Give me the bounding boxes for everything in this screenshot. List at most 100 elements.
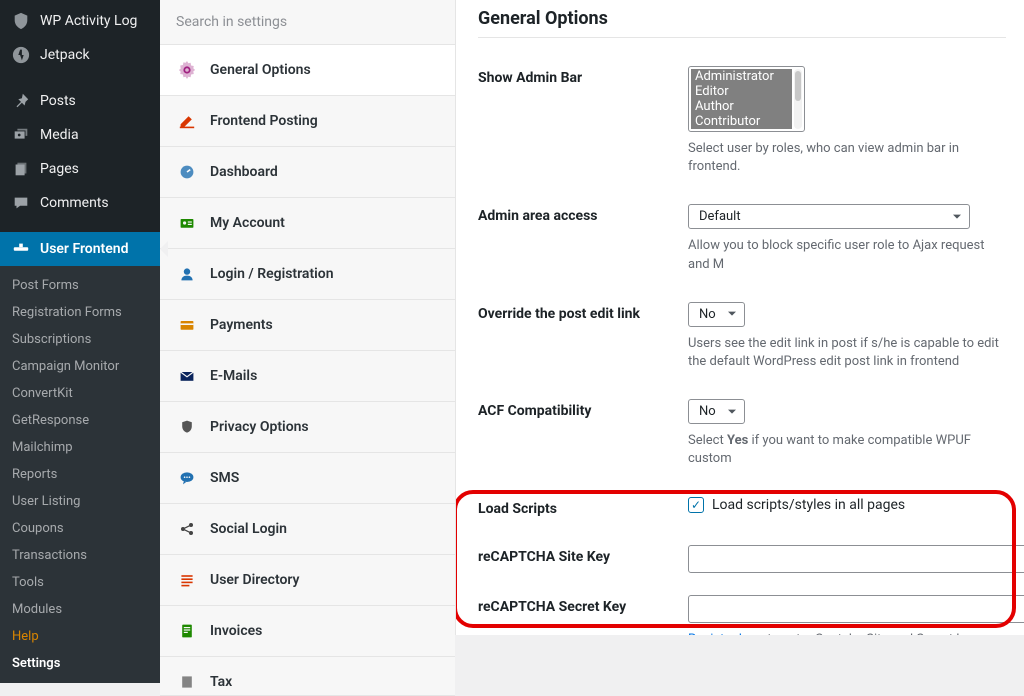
wp-submenu: Post Forms Registration Forms Subscripti… [0, 266, 160, 683]
menu-label: Comments [40, 195, 109, 211]
role-option[interactable]: Administrator [691, 69, 792, 84]
shield-icon [12, 12, 30, 30]
tab-label: My Account [210, 215, 285, 231]
userfrontend-icon [12, 240, 30, 258]
field-description: Register here to get reCaptcha Site and … [688, 631, 1024, 636]
submenu-settings[interactable]: Settings [0, 650, 160, 677]
field-label: Admin area access [478, 204, 670, 224]
tab-label: Invoices [210, 623, 262, 639]
field-description: Allow you to block specific user role to… [688, 237, 1006, 273]
tab-label: Dashboard [210, 164, 278, 180]
tab-user-directory[interactable]: User Directory [160, 555, 455, 606]
menu-comments[interactable]: Comments [0, 186, 160, 220]
submenu-item[interactable]: Transactions [0, 542, 160, 569]
field-description: Select Yes if you want to make compatibl… [688, 432, 1006, 468]
settings-sidebar: Search in settings General Options Front… [160, 0, 456, 635]
id-card-icon [178, 214, 196, 232]
tab-dashboard[interactable]: Dashboard [160, 147, 455, 198]
tab-social-login[interactable]: Social Login [160, 504, 455, 555]
field-acf-compatibility: ACF Compatibility No Select Yes if you w… [478, 399, 1006, 468]
admin-area-select[interactable]: Default [688, 204, 970, 229]
field-label: Show Admin Bar [478, 66, 670, 86]
menu-posts[interactable]: Posts [0, 84, 160, 118]
acf-select[interactable]: No [688, 399, 745, 424]
pin-icon [12, 92, 30, 110]
submenu-item[interactable]: User Listing [0, 488, 160, 515]
submenu-item[interactable]: Reports [0, 461, 160, 488]
recaptcha-secret-key-input[interactable] [688, 595, 1024, 623]
field-label: ACF Compatibility [478, 399, 670, 419]
tab-invoices[interactable]: Invoices [160, 606, 455, 657]
document-icon [178, 622, 196, 640]
load-scripts-checkbox[interactable]: ✓ [688, 497, 704, 513]
submenu-item[interactable]: Campaign Monitor [0, 353, 160, 380]
tab-label: General Options [210, 62, 311, 78]
field-label: Override the post edit link [478, 302, 670, 322]
share-icon [178, 520, 196, 538]
tab-label: Privacy Options [210, 419, 309, 435]
divider [478, 37, 1006, 38]
tab-frontend-posting[interactable]: Frontend Posting [160, 96, 455, 147]
menu-wp-activity-log[interactable]: WP Activity Log [0, 4, 160, 38]
tab-emails[interactable]: E-Mails [160, 351, 455, 402]
gear-icon [178, 61, 196, 79]
submenu-item[interactable]: ConvertKit [0, 380, 160, 407]
field-load-scripts: Load Scripts ✓ Load scripts/styles in al… [478, 497, 1006, 517]
recaptcha-site-key-input[interactable] [688, 545, 1024, 573]
tab-general-options[interactable]: General Options [160, 45, 455, 96]
field-label: Load Scripts [478, 497, 670, 517]
submenu-item[interactable]: GetResponse [0, 407, 160, 434]
submenu-item[interactable]: Subscriptions [0, 326, 160, 353]
tab-label: Frontend Posting [210, 113, 318, 129]
tab-payments[interactable]: Payments [160, 300, 455, 351]
role-option[interactable]: Editor [691, 84, 792, 99]
role-option[interactable]: Contributor [691, 114, 792, 129]
tab-label: Social Login [210, 521, 287, 537]
tab-label: Tax [210, 674, 232, 690]
submenu-item[interactable]: Post Forms [0, 272, 160, 299]
register-here-link[interactable]: Register here [688, 632, 764, 636]
roles-multiselect[interactable]: Administrator Editor Author Contributor [688, 66, 805, 132]
page-title: General Options [478, 8, 1006, 29]
media-icon [12, 126, 30, 144]
field-override-post-edit: Override the post edit link No Users see… [478, 302, 1006, 371]
tab-tax[interactable]: Tax [160, 657, 455, 696]
submenu-item[interactable]: Tools [0, 569, 160, 596]
menu-label: Pages [40, 161, 79, 177]
field-label: reCAPTCHA Secret Key [478, 595, 670, 615]
submenu-item[interactable]: Mailchimp [0, 434, 160, 461]
menu-label: Media [40, 127, 79, 143]
tab-label: Payments [210, 317, 273, 333]
tab-label: Login / Registration [210, 266, 334, 282]
tab-my-account[interactable]: My Account [160, 198, 455, 249]
field-label: reCAPTCHA Site Key [478, 545, 670, 565]
submenu-help[interactable]: Help [0, 623, 160, 650]
menu-media[interactable]: Media [0, 118, 160, 152]
submenu-item[interactable]: Modules [0, 596, 160, 623]
tab-label: User Directory [210, 572, 300, 588]
submenu-item[interactable]: Registration Forms [0, 299, 160, 326]
override-select[interactable]: No [688, 302, 745, 327]
scrollbar[interactable] [794, 69, 802, 129]
menu-user-frontend[interactable]: User Frontend [0, 232, 160, 266]
menu-pages[interactable]: Pages [0, 152, 160, 186]
field-description: Users see the edit link in post if s/he … [688, 335, 1006, 371]
tab-privacy-options[interactable]: Privacy Options [160, 402, 455, 453]
main-content: General Options Show Admin Bar Administr… [456, 0, 1024, 635]
edit-icon [178, 112, 196, 130]
field-admin-area-access: Admin area access Default Allow you to b… [478, 204, 1006, 273]
tab-login-registration[interactable]: Login / Registration [160, 249, 455, 300]
menu-label: WP Activity Log [40, 13, 137, 29]
menu-jetpack[interactable]: Jetpack [0, 38, 160, 72]
comments-icon [12, 194, 30, 212]
user-icon [178, 265, 196, 283]
shield-outline-icon [178, 418, 196, 436]
field-recaptcha-site-key: reCAPTCHA Site Key [478, 545, 1006, 573]
role-option[interactable]: Author [691, 99, 792, 114]
pages-icon [12, 160, 30, 178]
menu-label: Jetpack [40, 47, 90, 63]
tab-label: E-Mails [210, 368, 257, 384]
tab-sms[interactable]: SMS [160, 453, 455, 504]
submenu-item[interactable]: Coupons [0, 515, 160, 542]
settings-search-input[interactable]: Search in settings [160, 0, 455, 45]
